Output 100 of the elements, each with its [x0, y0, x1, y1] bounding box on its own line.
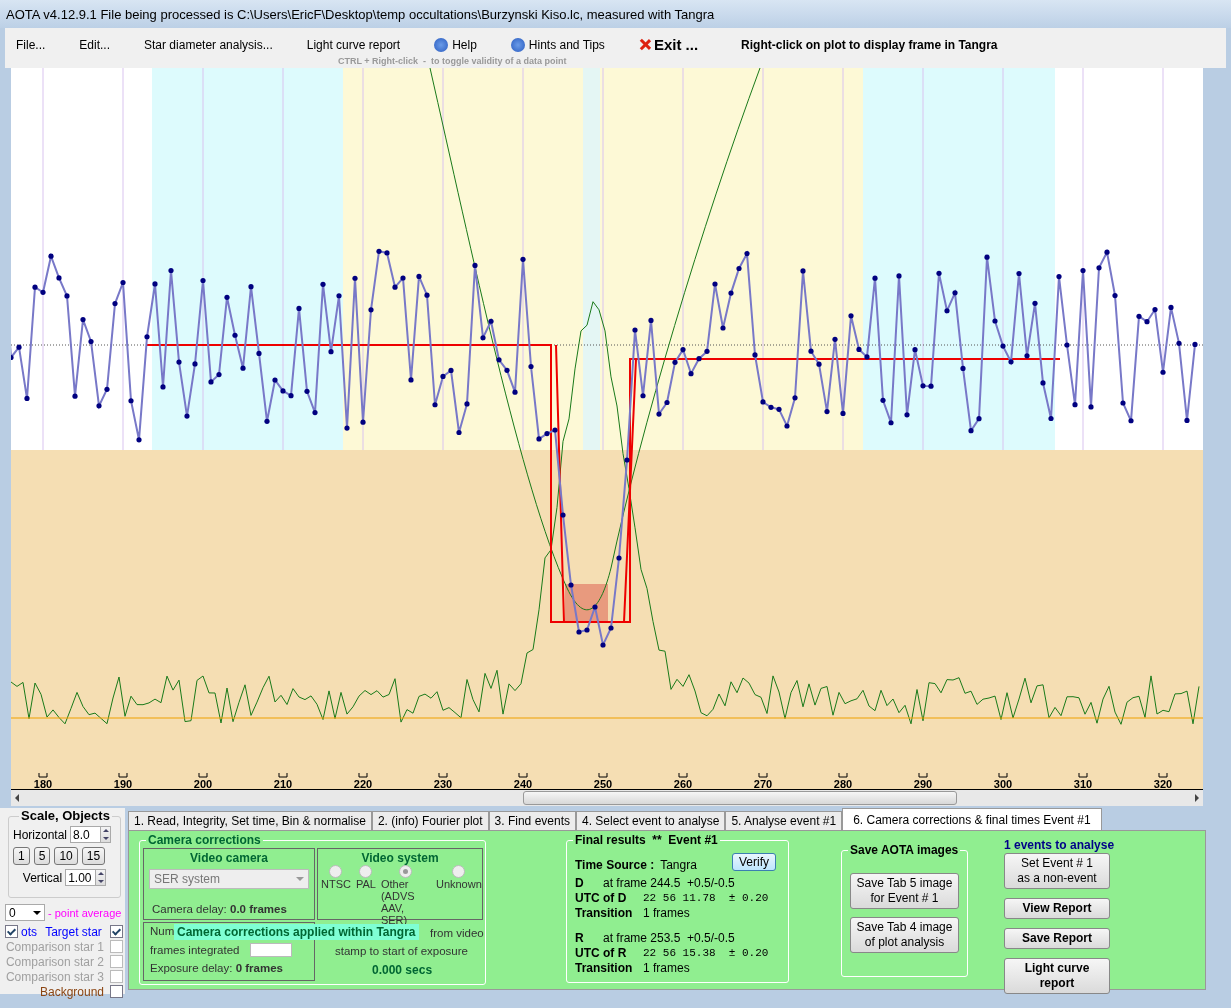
data-point[interactable]: [56, 275, 62, 281]
data-point[interactable]: [424, 292, 430, 298]
save-image-button[interactable]: Save Tab 4 image of plot analysis: [849, 917, 960, 953]
data-point[interactable]: [280, 388, 286, 394]
data-point[interactable]: [464, 401, 470, 407]
data-point[interactable]: [1144, 319, 1150, 325]
data-point[interactable]: [576, 629, 582, 635]
data-point[interactable]: [240, 365, 246, 371]
data-point[interactable]: [528, 363, 534, 370]
data-point[interactable]: [40, 289, 46, 295]
report-button[interactable]: Set Event # 1 as a non-event: [1004, 853, 1110, 889]
data-point[interactable]: [288, 393, 294, 399]
data-point[interactable]: [1192, 341, 1198, 347]
data-point[interactable]: [672, 359, 678, 365]
up-down-arrows-icon[interactable]: [95, 869, 107, 886]
data-point[interactable]: [256, 350, 262, 356]
data-point[interactable]: [560, 512, 566, 518]
data-point[interactable]: [688, 371, 694, 377]
data-point[interactable]: [840, 410, 846, 416]
menu-item[interactable]: Exit ...: [627, 36, 710, 53]
verify-button[interactable]: Verify: [732, 853, 776, 871]
data-point[interactable]: [1104, 249, 1110, 255]
data-point[interactable]: [904, 412, 910, 418]
save-image-button[interactable]: Save Tab 5 image for Event # 1: [849, 873, 960, 909]
report-button[interactable]: Light curve report: [1004, 958, 1110, 994]
data-point[interactable]: [712, 281, 718, 287]
scroll-thumb[interactable]: [523, 791, 957, 805]
data-point[interactable]: [272, 377, 278, 383]
data-point[interactable]: [696, 356, 702, 362]
data-point[interactable]: [648, 317, 654, 323]
data-point[interactable]: [736, 265, 742, 272]
data-point[interactable]: [504, 367, 510, 373]
data-point[interactable]: [568, 582, 574, 588]
data-point[interactable]: [1096, 265, 1102, 271]
data-point[interactable]: [1088, 404, 1094, 410]
data-point[interactable]: [656, 411, 662, 417]
checkbox[interactable]: [110, 985, 123, 998]
data-point[interactable]: [224, 294, 230, 300]
data-point[interactable]: [432, 402, 438, 408]
data-point[interactable]: [304, 388, 310, 394]
data-point[interactable]: [968, 428, 974, 434]
data-point[interactable]: [264, 418, 270, 424]
menu-item[interactable]: File...: [5, 37, 57, 52]
data-point[interactable]: [480, 335, 486, 341]
data-point[interactable]: [496, 357, 502, 363]
data-point[interactable]: [144, 334, 150, 340]
data-point[interactable]: [680, 347, 686, 353]
data-point[interactable]: [848, 313, 854, 319]
data-point[interactable]: [360, 419, 366, 425]
data-point[interactable]: [1168, 304, 1174, 310]
data-point[interactable]: [392, 284, 398, 290]
data-point[interactable]: [136, 437, 142, 443]
data-point[interactable]: [544, 431, 550, 437]
data-point[interactable]: [160, 384, 166, 390]
data-point[interactable]: [624, 457, 630, 463]
data-point[interactable]: [832, 336, 838, 342]
data-point[interactable]: [640, 393, 646, 399]
data-point[interactable]: [552, 427, 558, 433]
menu-item[interactable]: Light curve report: [295, 37, 412, 52]
data-point[interactable]: [600, 642, 606, 648]
data-point[interactable]: [960, 365, 966, 371]
data-point[interactable]: [336, 293, 342, 299]
data-point[interactable]: [1112, 292, 1118, 299]
data-point[interactable]: [880, 397, 886, 403]
data-point[interactable]: [208, 379, 214, 385]
menu-item[interactable]: Edit...: [68, 37, 122, 52]
data-point[interactable]: [1160, 369, 1166, 375]
data-point[interactable]: [912, 347, 918, 353]
data-point[interactable]: [176, 359, 182, 365]
data-point[interactable]: [1008, 359, 1014, 365]
data-point[interactable]: [88, 338, 94, 345]
data-point[interactable]: [352, 275, 358, 281]
data-point[interactable]: [232, 332, 238, 338]
data-point[interactable]: [1000, 343, 1006, 349]
data-point[interactable]: [888, 420, 894, 426]
data-point[interactable]: [1080, 267, 1086, 274]
data-point[interactable]: [456, 429, 462, 436]
data-point[interactable]: [728, 290, 734, 296]
data-point[interactable]: [120, 279, 126, 286]
data-point[interactable]: [320, 281, 326, 287]
data-point[interactable]: [184, 413, 190, 419]
data-point[interactable]: [344, 425, 350, 431]
data-point[interactable]: [800, 268, 806, 274]
scale-button[interactable]: 1: [13, 847, 30, 865]
data-point[interactable]: [992, 318, 998, 324]
data-point[interactable]: [704, 348, 710, 354]
data-point[interactable]: [784, 423, 790, 429]
data-point[interactable]: [112, 301, 118, 307]
data-point[interactable]: [984, 254, 990, 260]
tab[interactable]: 4. Select event to analyse: [576, 811, 726, 830]
up-down-arrows-icon[interactable]: [100, 826, 112, 843]
data-point[interactable]: [872, 275, 878, 281]
data-point[interactable]: [952, 290, 958, 296]
data-point[interactable]: [368, 307, 374, 313]
radio-option[interactable]: PAL: [355, 865, 376, 926]
radio-option[interactable]: NTSC: [321, 865, 351, 926]
data-point[interactable]: [96, 403, 102, 409]
data-point[interactable]: [104, 386, 110, 392]
data-point[interactable]: [152, 281, 158, 287]
data-point[interactable]: [1128, 418, 1134, 424]
